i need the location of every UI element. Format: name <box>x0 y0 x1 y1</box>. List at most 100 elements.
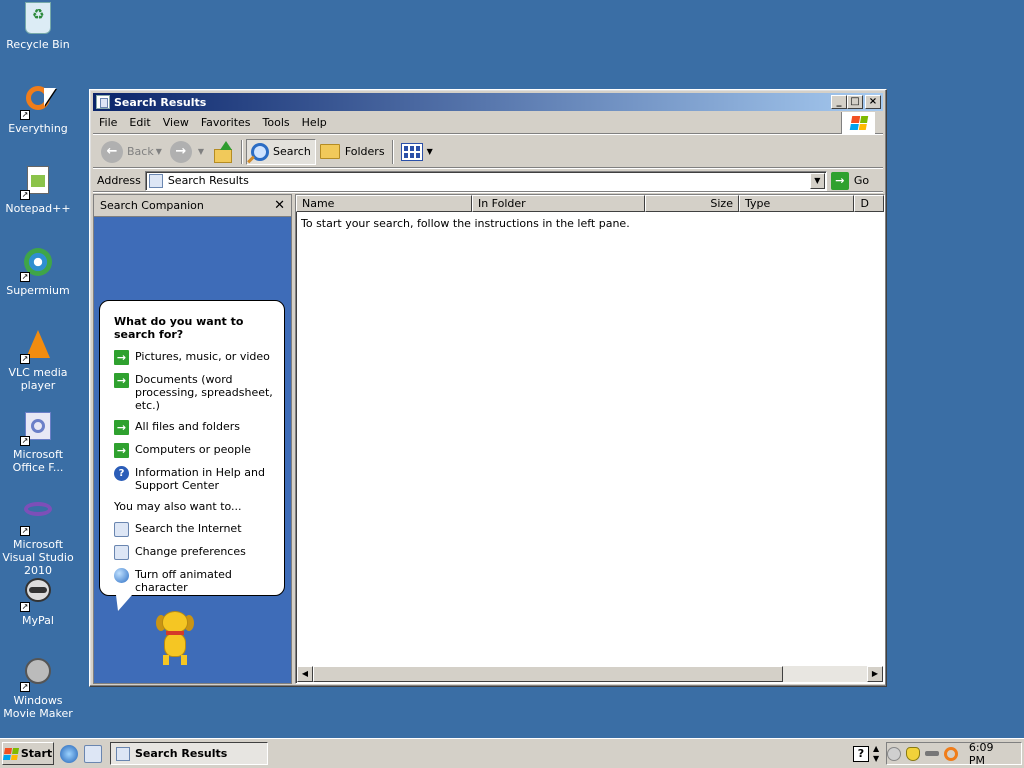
address-input[interactable]: Search Results ▼ <box>144 170 827 191</box>
tray-grip-icon: ▲ ▼ <box>873 744 880 763</box>
desktop-icon-movie-maker[interactable]: ↗ Windows Movie Maker <box>0 658 76 720</box>
menu-edit[interactable]: Edit <box>123 116 156 129</box>
folders-button[interactable]: Folders <box>316 139 389 165</box>
desktop-icon-everything[interactable]: ↗ Everything <box>0 84 76 135</box>
network-icon[interactable] <box>887 746 901 761</box>
recycle-bin-icon: ♻ <box>25 2 51 34</box>
scroll-right-button[interactable]: ▶ <box>867 666 883 682</box>
column-header-size[interactable]: Size <box>645 195 739 212</box>
option-label: Change preferences <box>135 545 246 558</box>
scroll-thumb[interactable] <box>313 666 783 682</box>
views-icon <box>400 142 423 161</box>
option-change-preferences[interactable]: Change preferences <box>114 545 274 560</box>
visual-studio-icon: ↗ <box>20 502 54 536</box>
column-header-date[interactable]: D <box>854 195 884 212</box>
vlc-cone-icon: ↗ <box>20 330 54 364</box>
back-button[interactable]: ← Back ▼ <box>97 139 166 165</box>
hardware-icon[interactable] <box>924 751 939 756</box>
search-results-list: Name In Folder Size Type D To start your… <box>295 194 885 684</box>
column-header-name[interactable]: Name <box>296 195 472 212</box>
notepad-plus-plus-icon: ↗ <box>20 166 54 200</box>
scroll-left-button[interactable]: ◀ <box>297 666 313 682</box>
option-label: Turn off animated character <box>135 568 232 594</box>
desktop-icon-label: Supermium <box>6 284 70 297</box>
search-button[interactable]: Search <box>246 138 316 165</box>
desktop-icon-visual-studio[interactable]: ↗ Microsoft Visual Studio 2010 <box>0 494 76 577</box>
option-all-files-folders[interactable]: → All files and folders <box>114 420 274 435</box>
views-dropdown-icon: ▼ <box>426 147 433 156</box>
option-help-support[interactable]: ? Information in Help and Support Center <box>114 466 274 492</box>
forward-dropdown-icon[interactable]: ▼ <box>198 147 204 156</box>
rover-dog-character[interactable] <box>154 611 196 667</box>
folders-icon <box>319 144 340 159</box>
option-turn-off-character[interactable]: Turn off animated character <box>114 568 274 594</box>
title-bar[interactable]: Search Results _ □ × <box>93 93 883 111</box>
desktop-icon-recycle-bin[interactable]: ♻ Recycle Bin <box>0 2 76 51</box>
desktop-icon-vlc[interactable]: ↗ VLC media player <box>0 330 76 392</box>
minimize-button[interactable]: _ <box>831 95 847 109</box>
toolbar-separator <box>391 139 394 164</box>
go-button[interactable]: → Go <box>830 171 870 190</box>
shortcut-arrow-icon: ↗ <box>20 190 30 200</box>
go-arrow-icon: → <box>830 171 849 190</box>
internet-explorer-icon[interactable] <box>60 744 78 763</box>
desktop-icon-mypal[interactable]: ↗ MyPal <box>0 576 76 627</box>
option-label: Pictures, music, or video <box>135 350 270 363</box>
search-results-icon <box>148 173 163 188</box>
help-question-icon: ? <box>114 466 129 481</box>
menu-file[interactable]: File <box>93 116 123 129</box>
option-computers-people[interactable]: → Computers or people <box>114 443 274 458</box>
desktop-icon-label: Microsoft Office F... <box>12 448 64 474</box>
go-label: Go <box>853 174 870 187</box>
office-icon: ↗ <box>20 412 54 446</box>
help-tray-icon[interactable]: ? <box>853 746 869 762</box>
column-header-in-folder[interactable]: In Folder <box>471 195 645 212</box>
option-documents[interactable]: → Documents (word processing, spreadshee… <box>114 373 274 412</box>
shortcut-arrow-icon: ↗ <box>20 272 30 282</box>
desktop-icon-office[interactable]: ↗ Microsoft Office F... <box>0 412 76 474</box>
start-button[interactable]: Start <box>2 742 54 765</box>
menu-bar: File Edit View Favorites Tools Help <box>93 112 883 134</box>
up-button[interactable] <box>208 139 238 165</box>
menu-tools[interactable]: Tools <box>257 116 296 129</box>
search-companion-bubble: What do you want to search for? → Pictur… <box>99 300 285 611</box>
taskbar: Start Search Results ? ▲ ▼ 6:09 PM <box>0 738 1024 768</box>
option-label: Documents (word processing, spreadsheet,… <box>135 373 273 412</box>
address-dropdown-button[interactable]: ▼ <box>809 172 825 189</box>
shortcut-arrow-icon: ↗ <box>20 682 30 692</box>
desktop-icon-supermium[interactable]: ↗ Supermium <box>0 248 76 297</box>
column-header-type[interactable]: Type <box>738 195 855 212</box>
standard-toolbar: ← Back ▼ → ▼ Search Folders ▼ <box>93 136 883 168</box>
taskbar-button-search-results[interactable]: Search Results <box>110 742 268 765</box>
everything-tray-icon[interactable] <box>943 746 958 761</box>
desktop-icon-notepadpp[interactable]: ↗ Notepad++ <box>0 166 76 215</box>
option-search-internet[interactable]: Search the Internet <box>114 522 274 537</box>
option-label: Search the Internet <box>135 522 242 535</box>
forward-button[interactable]: → ▼ <box>166 139 208 165</box>
close-pane-icon[interactable]: ✕ <box>274 198 285 213</box>
start-label: Start <box>20 747 53 760</box>
windows-flag-icon <box>2 747 19 760</box>
search-results-window-icon <box>96 95 110 109</box>
also-want-label: You may also want to... <box>114 500 242 513</box>
windows-logo-icon <box>841 112 875 134</box>
horizontal-scrollbar[interactable]: ◀ ▶ <box>297 666 883 682</box>
clock[interactable]: 6:09 PM <box>969 741 1013 767</box>
menu-help[interactable]: Help <box>296 116 333 129</box>
animated-character-icon <box>114 568 129 583</box>
views-button[interactable]: ▼ <box>397 139 437 165</box>
green-arrow-icon: → <box>114 420 129 435</box>
back-label: Back <box>127 145 154 158</box>
option-pictures-music-video[interactable]: → Pictures, music, or video <box>114 350 274 365</box>
shortcut-arrow-icon: ↗ <box>20 436 30 446</box>
close-button[interactable]: × <box>865 95 881 109</box>
security-shield-icon[interactable] <box>905 746 920 761</box>
back-dropdown-icon[interactable]: ▼ <box>156 147 162 156</box>
show-desktop-icon[interactable] <box>84 744 102 763</box>
menu-view[interactable]: View <box>157 116 195 129</box>
forward-arrow-icon: → <box>169 140 192 163</box>
search-question: What do you want to search for? <box>114 315 244 341</box>
address-label: Address <box>97 174 141 187</box>
menu-favorites[interactable]: Favorites <box>195 116 257 129</box>
maximize-button[interactable]: □ <box>847 95 863 109</box>
